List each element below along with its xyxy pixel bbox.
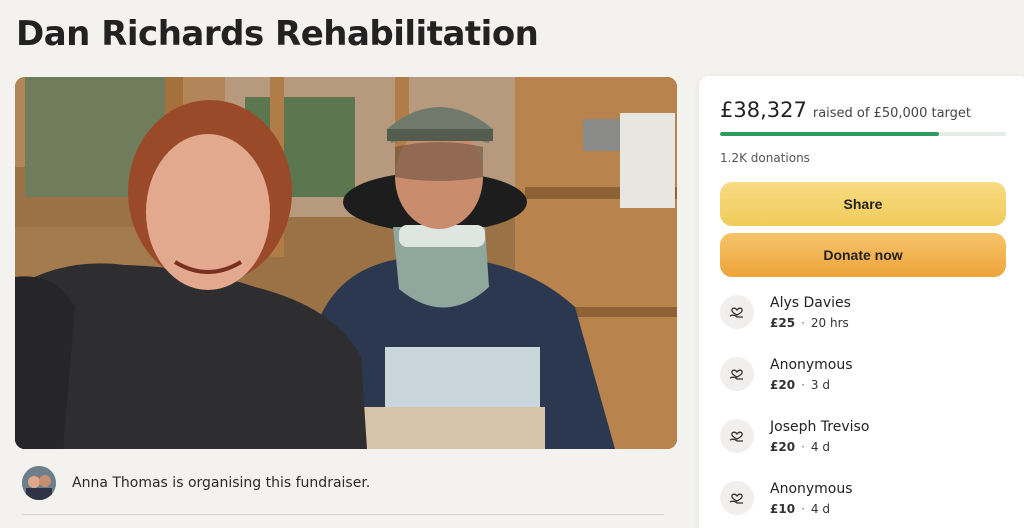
organiser-avatar[interactable] xyxy=(22,466,56,500)
donation-panel: £38,327 raised of £50,000 target 1.2K do… xyxy=(699,76,1024,528)
raised-summary: £38,327 raised of £50,000 target xyxy=(720,98,1007,122)
organiser-row: Anna Thomas is organising this fundraise… xyxy=(22,466,370,500)
donation-item: Anonymous £20 · 3 d xyxy=(720,351,1007,413)
donation-time: 3 d xyxy=(810,378,830,392)
share-button[interactable]: Share xyxy=(720,182,1006,226)
heart-hand-icon xyxy=(720,481,754,515)
donation-amount: £20 xyxy=(770,378,796,392)
donor-name: Anonymous xyxy=(770,481,853,497)
raised-target: raised of £50,000 target xyxy=(812,106,972,121)
photo-illustration xyxy=(15,77,677,449)
donor-meta: £20 · 4 d xyxy=(770,440,869,454)
donation-item: Alys Davies £25 · 20 hrs xyxy=(720,289,1007,351)
donation-item: Joseph Treviso £20 · 4 d xyxy=(720,413,1007,475)
progress-bar xyxy=(720,132,1006,136)
separator-dot: · xyxy=(801,316,805,330)
donor-name: Joseph Treviso xyxy=(770,419,870,435)
donation-item: Anonymous £10 · 4 d xyxy=(720,475,1007,528)
raised-amount: £38,327 xyxy=(720,98,807,122)
donation-list: Alys Davies £25 · 20 hrs Anonymous £20 ·… xyxy=(720,289,1007,528)
donation-amount: £25 xyxy=(770,316,796,330)
donor-name: Anonymous xyxy=(770,357,853,373)
avatar-image xyxy=(22,466,56,500)
divider xyxy=(22,514,664,515)
fundraiser-photo[interactable] xyxy=(15,77,677,449)
heart-hand-icon xyxy=(720,295,754,329)
donate-now-button[interactable]: Donate now xyxy=(720,233,1006,277)
heart-hand-icon xyxy=(720,357,754,391)
donation-count: 1.2K donations xyxy=(720,151,810,165)
separator-dot: · xyxy=(801,378,805,392)
separator-dot: · xyxy=(801,502,805,516)
donor-meta: £20 · 3 d xyxy=(770,378,853,392)
donation-time: 20 hrs xyxy=(810,316,849,330)
donor-meta: £25 · 20 hrs xyxy=(770,316,851,330)
donor-meta: £10 · 4 d xyxy=(770,502,853,516)
donation-amount: £10 xyxy=(770,502,796,516)
donation-amount: £20 xyxy=(770,440,796,454)
organiser-text: Anna Thomas is organising this fundraise… xyxy=(72,475,371,491)
heart-hand-icon xyxy=(720,419,754,453)
donation-time: 4 d xyxy=(810,502,830,516)
donation-time: 4 d xyxy=(810,440,830,454)
donor-name: Alys Davies xyxy=(770,295,851,311)
page-title: Dan Richards Rehabilitation xyxy=(16,14,539,54)
separator-dot: · xyxy=(801,440,805,454)
progress-fill xyxy=(720,132,940,136)
